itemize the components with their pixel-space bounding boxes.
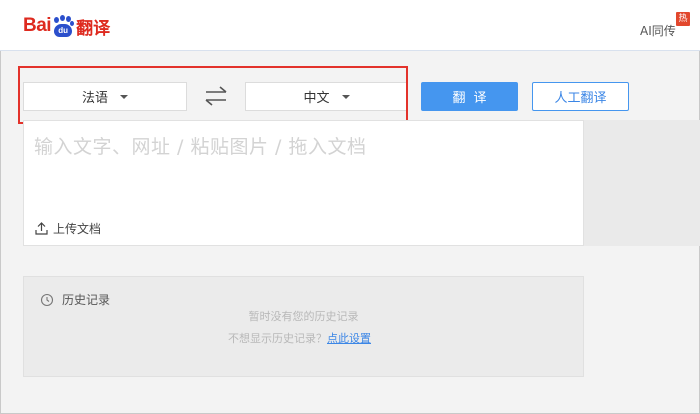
target-language-select[interactable]: 中文 <box>245 82 408 111</box>
swap-arrows-icon[interactable] <box>204 86 228 106</box>
history-title: 历史记录 <box>62 293 111 307</box>
target-language-label: 中文 <box>303 91 330 106</box>
top-header: Bai du 翻译 AI同传 热 <box>0 0 700 51</box>
source-text-input[interactable]: 输入文字、网址 / 粘贴图片 / 拖入文档 上传文档 <box>23 120 584 246</box>
history-hint-text: 不想显示历史记录？ <box>228 332 327 345</box>
ai-interpretation-link[interactable]: AI同传 <box>640 22 676 39</box>
logo-fanyi-text: 翻译 <box>76 18 111 39</box>
history-header: 历史记录 <box>40 291 110 308</box>
history-panel: 历史记录 暂时没有您的历史记录 不想显示历史记录？点此设置 <box>23 276 584 377</box>
upload-document-button[interactable]: 上传文档 <box>35 220 101 237</box>
logo-du-text: du <box>54 24 73 37</box>
upload-document-label: 上传文档 <box>53 222 102 236</box>
history-empty-text: 暂时没有您的历史记录 <box>248 310 359 323</box>
source-language-label: 法语 <box>81 91 108 106</box>
caret-down-icon <box>341 94 350 99</box>
hot-badge: 热 <box>676 12 690 26</box>
history-settings-link[interactable]: 点此设置 <box>327 332 371 345</box>
history-hint: 不想显示历史记录？点此设置 <box>228 330 371 346</box>
translation-result-panel <box>584 120 700 246</box>
logo-bai-text: Bai <box>23 15 52 36</box>
translate-button[interactable]: 翻译 <box>421 82 518 111</box>
baidu-fanyi-logo[interactable]: Bai du 翻译 <box>23 12 110 40</box>
clock-icon <box>40 293 54 306</box>
input-placeholder: 输入文字、网址 / 粘贴图片 / 拖入文档 <box>34 136 367 158</box>
paw-icon: du <box>52 15 75 37</box>
upload-icon <box>35 222 48 235</box>
human-translate-button[interactable]: 人工翻译 <box>532 82 629 111</box>
source-language-select[interactable]: 法语 <box>23 82 187 111</box>
caret-down-icon <box>120 94 128 99</box>
